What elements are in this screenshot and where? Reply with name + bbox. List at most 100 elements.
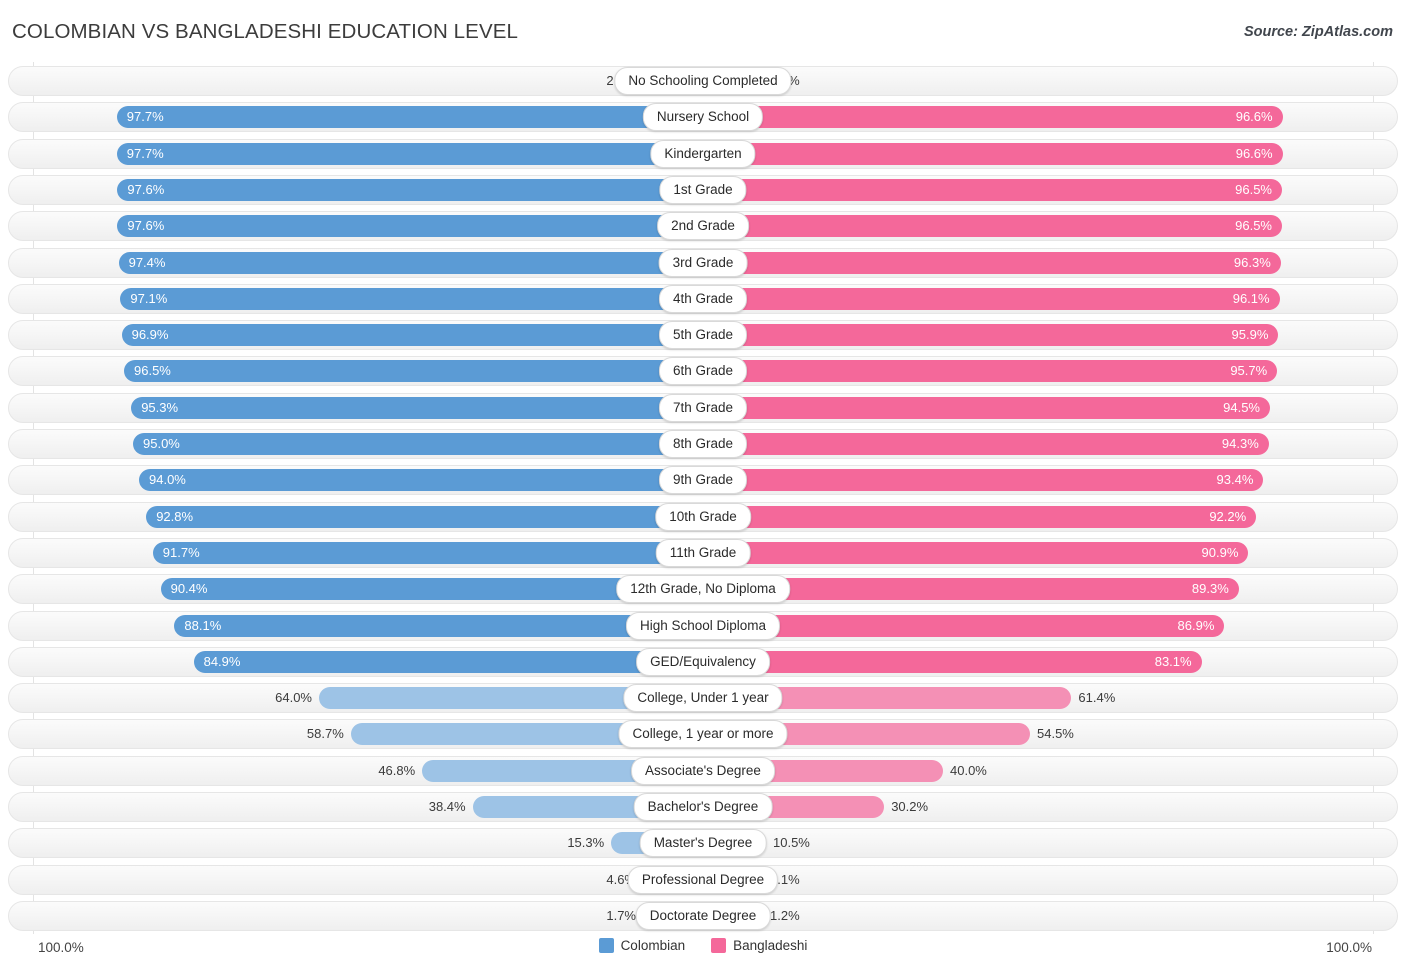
category-label: 5th Grade bbox=[658, 321, 748, 350]
bar-colombian: 95.3% bbox=[131, 396, 703, 419]
bar-colombian: 92.8% bbox=[146, 505, 703, 528]
bar-value-bangladeshi: 10.5% bbox=[773, 835, 810, 851]
legend-item: Bangladeshi bbox=[711, 938, 807, 953]
legend-label: Colombian bbox=[620, 938, 686, 953]
category-label: 11th Grade bbox=[655, 538, 751, 567]
bar-value-bangladeshi: 95.9% bbox=[1231, 327, 1269, 343]
chart-row: 94.0% 93.4% 9th Grade bbox=[8, 465, 1398, 496]
bar-value-bangladeshi: 95.7% bbox=[1230, 363, 1268, 379]
bar-value-colombian: 97.7% bbox=[126, 109, 164, 125]
category-label: Doctorate Degree bbox=[635, 901, 771, 930]
category-label: 6th Grade bbox=[658, 357, 748, 386]
bar-bangladeshi: 94.5% bbox=[703, 396, 1270, 419]
bar-value-colombian: 38.4% bbox=[428, 799, 466, 814]
bar-value-bangladeshi: 40.0% bbox=[950, 762, 987, 778]
bar-value-colombian: 88.1% bbox=[184, 617, 222, 633]
bar-colombian: 97.6% bbox=[117, 215, 703, 238]
bar-value-bangladeshi: 94.5% bbox=[1223, 399, 1260, 415]
bar-colombian: 97.6% bbox=[117, 178, 703, 201]
chart-row: 95.3% 94.5% 7th Grade bbox=[8, 392, 1398, 423]
chart-row: 96.5% 95.7% 6th Grade bbox=[8, 356, 1398, 387]
chart-row: 15.3% 10.5% Master's Degree bbox=[8, 828, 1398, 859]
category-label: College, 1 year or more bbox=[618, 720, 788, 749]
legend-swatch-icon bbox=[598, 938, 614, 953]
legend-swatch-icon bbox=[711, 938, 727, 953]
bar-colombian: 97.4% bbox=[118, 251, 703, 274]
bar-bangladeshi: 93.4% bbox=[703, 469, 1264, 492]
chart-row: 38.4% 30.2% Bachelor's Degree bbox=[8, 792, 1398, 822]
source-attribution: Source: ZipAtlas.com bbox=[1243, 24, 1393, 40]
chart-row: 88.1% 86.9% High School Diploma bbox=[8, 610, 1398, 641]
bar-bangladeshi: 92.2% bbox=[703, 505, 1257, 528]
bar-bangladeshi: 90.9% bbox=[703, 541, 1249, 564]
bar-value-bangladeshi: 61.4% bbox=[1078, 690, 1116, 706]
bar-colombian: 96.5% bbox=[124, 360, 703, 383]
chart-row: 58.7% 54.5% College, 1 year or more bbox=[8, 719, 1398, 750]
bar-value-bangladeshi: 89.3% bbox=[1191, 581, 1229, 597]
bar-value-bangladeshi: 92.2% bbox=[1209, 508, 1247, 524]
bar-bangladeshi: 96.5% bbox=[703, 215, 1282, 238]
chart-legend: Colombian Bangladeshi bbox=[0, 938, 1406, 953]
bar-colombian: 97.7% bbox=[116, 106, 703, 129]
chart-row: 2.3%3.5%No Schooling Completed bbox=[8, 66, 1398, 96]
category-label: Kindergarten bbox=[650, 139, 756, 168]
chart-row: 97.1% 96.1% 4th Grade bbox=[8, 283, 1398, 314]
bar-value-bangladeshi: 94.3% bbox=[1221, 436, 1259, 451]
chart-plot-area: 2.3%3.5%No Schooling Completed 97.7% 96.6%… bbox=[0, 62, 1406, 934]
category-label: 10th Grade bbox=[655, 502, 751, 531]
chart-row: 46.8% 40.0% Associate's Degree bbox=[8, 755, 1398, 786]
bar-value-colombian: 84.9% bbox=[203, 653, 241, 669]
bar-colombian: 97.1% bbox=[120, 287, 703, 310]
bar-bangladeshi: 96.1% bbox=[703, 287, 1280, 310]
bar-value-bangladeshi: 86.9% bbox=[1177, 617, 1215, 633]
chart-row: 91.7% 90.9% 11th Grade bbox=[8, 537, 1398, 568]
chart-footer: 100.0% 100.0% Colombian Bangladeshi bbox=[0, 934, 1406, 975]
category-label: High School Diploma bbox=[625, 611, 781, 640]
legend-item: Colombian bbox=[598, 938, 686, 953]
category-label: 2nd Grade bbox=[657, 212, 749, 241]
category-label: Master's Degree bbox=[639, 829, 767, 858]
bar-colombian: 97.7% bbox=[116, 142, 703, 165]
bar-value-colombian: 15.3% bbox=[567, 835, 605, 851]
category-label: College, Under 1 year bbox=[623, 684, 783, 713]
bar-colombian: 88.1% bbox=[174, 614, 703, 637]
bar-value-colombian: 58.7% bbox=[306, 726, 344, 742]
bar-value-bangladeshi: 96.5% bbox=[1235, 181, 1272, 197]
bar-value-bangladeshi: 54.5% bbox=[1037, 726, 1074, 742]
bar-colombian: 95.0% bbox=[133, 433, 703, 455]
chart-row: 97.7% 96.6% Kindergarten bbox=[8, 138, 1398, 169]
bar-value-colombian: 1.7% bbox=[606, 907, 636, 923]
bar-value-bangladeshi: 30.2% bbox=[891, 799, 929, 814]
bar-value-bangladeshi: 1.2% bbox=[770, 907, 800, 923]
bar-value-bangladeshi: 96.1% bbox=[1232, 290, 1270, 306]
bar-value-colombian: 97.6% bbox=[127, 181, 165, 197]
bar-value-colombian: 90.4% bbox=[170, 581, 208, 597]
category-label: GED/Equivalency bbox=[636, 647, 770, 676]
bar-bangladeshi: 96.6% bbox=[703, 142, 1283, 165]
bar-bangladeshi: 86.9% bbox=[703, 614, 1225, 637]
bar-bangladeshi: 95.9% bbox=[703, 324, 1279, 347]
chart-row: 4.6% 3.1% Professional Degree bbox=[8, 864, 1398, 895]
category-label: 9th Grade bbox=[658, 466, 748, 495]
bar-value-colombian: 95.0% bbox=[143, 436, 180, 451]
bar-value-colombian: 97.7% bbox=[126, 145, 164, 161]
chart-row: 96.9% 95.9% 5th Grade bbox=[8, 320, 1398, 351]
category-label: 3rd Grade bbox=[658, 248, 748, 277]
category-label: Associate's Degree bbox=[631, 756, 775, 785]
bar-value-colombian: 97.6% bbox=[127, 218, 165, 234]
chart-header: COLOMBIAN VS BANGLADESHI EDUCATION LEVEL… bbox=[0, 0, 1406, 62]
bar-value-bangladeshi: 96.6% bbox=[1235, 109, 1273, 125]
bar-value-colombian: 64.0% bbox=[275, 690, 312, 706]
bar-colombian: 84.9% bbox=[193, 650, 703, 673]
bar-colombian: 96.9% bbox=[121, 324, 703, 347]
bar-value-colombian: 46.8% bbox=[378, 762, 416, 778]
bar-value-colombian: 94.0% bbox=[149, 472, 186, 488]
bar-bangladeshi: 96.3% bbox=[703, 251, 1281, 274]
chart-row: 64.0% 61.4% College, Under 1 year bbox=[8, 683, 1398, 714]
bar-value-colombian: 97.4% bbox=[128, 254, 166, 270]
bar-value-bangladeshi: 96.3% bbox=[1233, 254, 1271, 270]
bar-bangladeshi: 83.1% bbox=[703, 650, 1202, 673]
chart-row: 92.8% 92.2% 10th Grade bbox=[8, 501, 1398, 532]
category-label: Bachelor's Degree bbox=[633, 793, 773, 821]
category-label: 7th Grade bbox=[658, 393, 748, 422]
